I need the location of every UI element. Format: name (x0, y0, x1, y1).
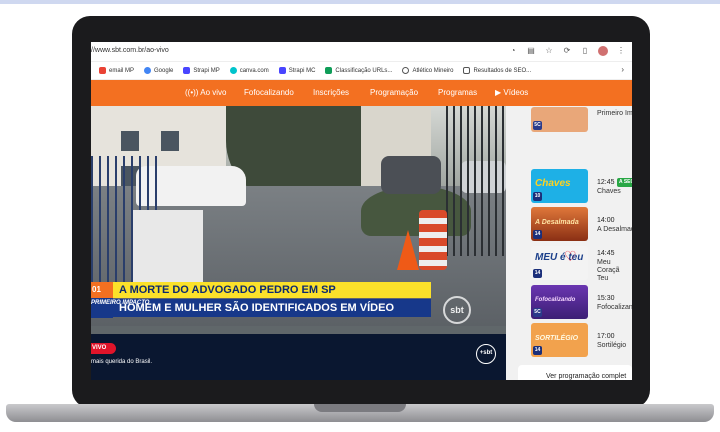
menu-icon[interactable]: ⋮ (616, 46, 626, 56)
bookmark-label: canva.com (239, 67, 269, 74)
schedule-thumb[interactable]: SORTILÉGIO 14 (531, 323, 588, 357)
schedule-program[interactable]: A Desalmad (597, 226, 632, 234)
rating-badge: 14 (533, 269, 542, 278)
lower-third-subheadline: HOMEM E MULHER SÃO IDENTIFICADOS EM VÍDE… (119, 302, 395, 314)
star-icon[interactable]: ☆ (544, 46, 554, 56)
lower-third-tag-text: 01 (92, 285, 101, 294)
thumb-title: A Desalmada (535, 219, 579, 226)
live-video-player[interactable]: 01 A MORTE DO ADVOGADO PEDRO EM SP PRIME… (91, 106, 506, 380)
video-scene-window (161, 131, 179, 151)
nav-programacao[interactable]: Programação (370, 88, 418, 97)
live-badge-text: VIVO (92, 345, 107, 351)
schedule-time: 12:45 (597, 179, 615, 186)
bookmark-label: Classificação URLs... (335, 67, 393, 74)
bookmark-google[interactable]: Google (144, 67, 173, 74)
laptop-notch (314, 404, 406, 412)
url-text[interactable]: //www.sbt.com.br/ao-vivo (91, 47, 169, 54)
lower-third-headline: A MORTE DO ADVOGADO PEDRO EM SP (119, 284, 336, 296)
nav-inscricoes[interactable]: Inscrições (313, 88, 349, 97)
nav-label: Ao vivo (200, 88, 227, 97)
nav-label: Vídeos (503, 88, 529, 97)
video-scene-traffic-cone (397, 230, 419, 270)
chevron-right-icon[interactable]: › (621, 65, 624, 74)
sbt-plus-text: +sbt (479, 350, 493, 356)
address-bar[interactable]: //www.sbt.com.br/ao-vivo ◔ ▤ ☆ ⟳ ▯ ⋮ (91, 42, 632, 62)
schedule-program[interactable]: Chaves (597, 188, 621, 196)
now-live-badge: A SEG (617, 178, 632, 187)
bookmark-email[interactable]: email MP (99, 67, 134, 74)
bookmark-strapi-mp[interactable]: Strapi MP (183, 67, 220, 74)
canva-icon (229, 67, 237, 74)
schedule-time: 17:00 (597, 333, 615, 340)
gmail-icon (99, 67, 106, 74)
bookmark-strapi-mc[interactable]: Strapi MC (278, 67, 316, 74)
schedule-thumb[interactable]: Chaves 10 (531, 169, 588, 203)
seo-icon (463, 67, 471, 74)
bookmark-label: Strapi MC (288, 67, 316, 74)
schedule-time: 14:00 (597, 217, 615, 224)
browser-toolbar: ◔ ▤ ☆ ⟳ ▯ ⋮ (508, 46, 626, 56)
video-scene-car (381, 156, 441, 194)
thumb-title: Fofocalizando (535, 297, 576, 303)
schedule-program[interactable]: Sortilégio (597, 342, 626, 350)
nav-videos[interactable]: ▶ Vídeos (495, 88, 528, 97)
rating-badge: 14 (533, 346, 542, 355)
sheets-icon (325, 67, 333, 74)
thumb-title: Chaves (535, 178, 571, 189)
nav-programas[interactable]: Programas (438, 88, 477, 97)
page-top-line (0, 0, 720, 4)
document-icon[interactable]: ▤ (526, 46, 536, 56)
video-scene-bollard (419, 210, 447, 270)
video-scene-window (121, 131, 139, 151)
bookmark-label: Atlético Mineiro (412, 67, 454, 74)
play-icon: ▶ (495, 88, 502, 97)
broadcast-icon: ((•)) (185, 88, 199, 97)
schedule-thumb[interactable]: Fofocalizando 5C (531, 285, 588, 319)
nav-ao-vivo[interactable]: ((•)) Ao vivo (185, 88, 226, 97)
schedule-thumb[interactable]: 5C (531, 107, 588, 132)
rating-badge: 10 (533, 192, 542, 201)
nav-fofocalizando[interactable]: Fofocalizando (244, 88, 294, 97)
strapi-icon (183, 67, 191, 74)
channel-slogan: mais querida do Brasil. (91, 359, 153, 365)
strapi-icon (278, 67, 286, 74)
google-icon (144, 67, 152, 74)
bookmark-seo[interactable]: Resultados de SEO... (463, 67, 531, 74)
schedule-program[interactable]: Meu Coraçã Teu (597, 259, 631, 283)
schedule-time: 14:45 (597, 250, 615, 257)
sbt-watermark-text: sbt (450, 305, 464, 315)
sidebar-icon[interactable]: ▯ (580, 46, 590, 56)
bookmark-atletico[interactable]: Atlético Mineiro (402, 67, 453, 74)
heart-icon: ♡ (564, 248, 577, 264)
full-schedule-label: Ver programação complet (546, 373, 627, 380)
avatar[interactable] (598, 46, 608, 56)
rating-badge: 5C (533, 121, 542, 130)
thumb-title: SORTILÉGIO (535, 335, 579, 342)
schedule-program[interactable]: Fofocalizan (597, 304, 632, 312)
bookmark-canva[interactable]: canva.com (229, 67, 269, 74)
bookmark-classificacao[interactable]: Classificação URLs... (325, 67, 392, 74)
rating-badge: 14 (533, 230, 542, 239)
bell-icon[interactable]: ◔ (508, 46, 518, 56)
schedule-thumb[interactable]: A Desalmada 14 (531, 207, 588, 241)
player-info-bar (91, 334, 506, 380)
schedule-thumb[interactable]: MEU é teu ♡ 14 (531, 246, 588, 280)
schedule-time: 15:30 (597, 295, 615, 302)
bookmark-label: Strapi MP (193, 67, 220, 74)
video-scene-fence (446, 106, 506, 256)
laptop-screen: //www.sbt.com.br/ao-vivo ◔ ▤ ☆ ⟳ ▯ ⋮ ema… (91, 42, 632, 380)
bookmarks-bar: email MP Google Strapi MP canva.com Stra… (91, 62, 632, 80)
video-scene-pillar (133, 210, 203, 290)
schedule-program[interactable]: Primeiro Im (597, 110, 632, 118)
bookmark-label: email MP (109, 67, 135, 74)
globe-icon (402, 67, 410, 74)
bookmark-label: Resultados de SEO... (473, 67, 532, 74)
bookmark-label: Google (154, 67, 174, 74)
extensions-icon[interactable]: ⟳ (562, 46, 572, 56)
site-navbar: ((•)) Ao vivo Fofocalizando Inscrições P… (91, 80, 632, 106)
rating-badge: 5C (533, 308, 542, 317)
